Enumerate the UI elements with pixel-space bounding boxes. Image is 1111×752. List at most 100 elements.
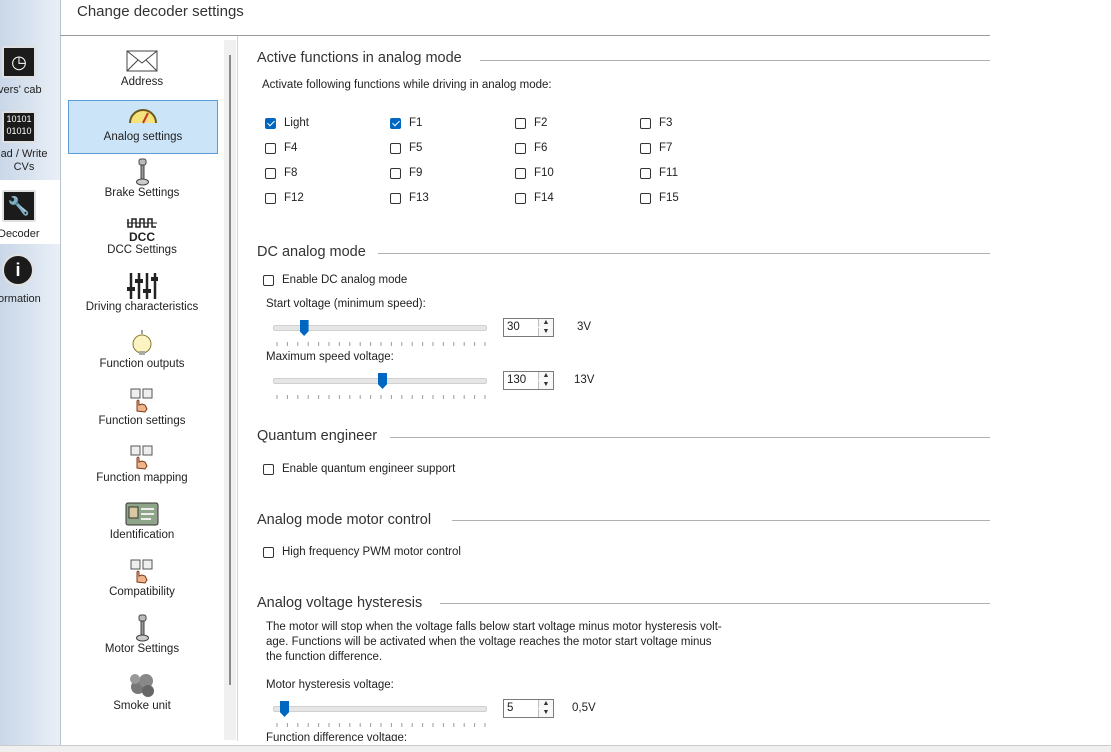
nav-item-label: Analog settings — [103, 131, 183, 143]
checkbox-box[interactable] — [640, 167, 651, 179]
nav-item-label: Function settings — [98, 415, 186, 427]
function-checkbox[interactable]: F10 — [515, 167, 554, 179]
checkbox-box[interactable] — [390, 142, 401, 154]
toolbar-information[interactable]: i ormation — [0, 248, 60, 310]
hysteresis-description-line: the function difference. — [266, 651, 383, 663]
checkbox-label: F15 — [659, 192, 679, 204]
nav-item-driving-characteristics[interactable]: Driving characteristics — [68, 271, 216, 323]
checkbox-label: F8 — [284, 167, 298, 179]
nav-item-label: Function outputs — [99, 358, 185, 370]
motor-hysteresis-label: Motor hysteresis voltage: — [266, 679, 394, 691]
enable-dc-analog-checkbox[interactable]: Enable DC analog mode — [263, 274, 407, 286]
gauge-icon — [126, 103, 160, 129]
checkbox-box[interactable] — [515, 117, 526, 129]
section-divider — [378, 253, 990, 254]
nav-item-label: Compatibility — [109, 586, 175, 598]
function-checkbox[interactable]: Light — [265, 117, 309, 129]
nav-item-brake-settings[interactable]: Brake Settings — [68, 157, 216, 209]
function-checkbox[interactable]: F3 — [640, 117, 672, 129]
checkbox-box[interactable] — [265, 167, 276, 179]
checkbox-box[interactable] — [640, 192, 651, 204]
toolbar-read-write-cvs[interactable]: 10101 01010 ad / Write CVs — [0, 105, 60, 180]
checkbox-box[interactable] — [265, 142, 276, 154]
motor-hysteresis-unit: 0,5V — [572, 702, 596, 714]
spin-up-arrow[interactable]: ▲ — [538, 319, 553, 327]
motor-hysteresis-spinbox[interactable]: 5 ▲ ▼ — [503, 699, 554, 718]
nav-item-analog-settings[interactable]: Analog settings — [68, 100, 218, 154]
function-checkbox[interactable]: F11 — [640, 167, 678, 179]
spin-up-arrow[interactable]: ▲ — [538, 700, 553, 708]
function-checkbox[interactable]: F14 — [515, 192, 554, 204]
start-voltage-spinbox[interactable]: 30 ▲ ▼ — [503, 318, 554, 337]
nav-item-identification[interactable]: Identification — [68, 499, 216, 551]
checkbox-label: F5 — [409, 142, 423, 154]
function-checkbox[interactable]: F6 — [515, 142, 547, 154]
function-checkbox[interactable]: F13 — [390, 192, 429, 204]
function-checkbox[interactable]: F4 — [265, 142, 297, 154]
checkbox-box[interactable] — [640, 142, 651, 154]
spin-down-arrow[interactable]: ▼ — [538, 709, 553, 717]
section-divider — [452, 520, 990, 521]
spinbox-value: 5 — [507, 702, 514, 714]
function-checkbox[interactable]: F8 — [265, 167, 297, 179]
hysteresis-description-line: The motor will stop when the voltage fal… — [266, 621, 722, 633]
toolbar-drivers-cab[interactable]: ◷ vers' cab — [0, 40, 60, 100]
toolbar-decoder[interactable]: 🔧 Decoder — [0, 180, 60, 244]
checkbox-box[interactable] — [640, 117, 651, 129]
checkbox-box[interactable] — [263, 463, 274, 475]
spin-down-arrow[interactable]: ▼ — [538, 381, 553, 389]
checkbox-box[interactable] — [515, 142, 526, 154]
checkbox-box[interactable] — [390, 117, 401, 129]
checkbox-box[interactable] — [265, 117, 276, 129]
checkbox-box[interactable] — [515, 167, 526, 179]
section-title-active-functions: Active functions in analog mode — [257, 50, 470, 66]
checkbox-label: High frequency PWM motor control — [282, 546, 461, 558]
nav-item-address[interactable]: Address — [68, 46, 216, 98]
function-checkbox[interactable]: F9 — [390, 167, 422, 179]
nav-item-compatibility[interactable]: Compatibility — [68, 556, 216, 608]
nav-item-function-outputs[interactable]: Function outputs — [68, 328, 216, 380]
nav-item-label: Motor Settings — [104, 643, 180, 655]
slider-ticks — [276, 390, 488, 399]
function-checkbox[interactable]: F2 — [515, 117, 547, 129]
nav-item-label: Identification — [109, 529, 175, 541]
nav-item-smoke-unit[interactable]: Smoke unit — [68, 670, 216, 722]
hand-buttons-icon — [125, 558, 159, 584]
nav-item-dcc-settings[interactable]: DCC DCC Settings — [68, 214, 216, 266]
toolbar-label: Decoder — [0, 228, 40, 240]
max-voltage-spinbox[interactable]: 130 ▲ ▼ — [503, 371, 554, 390]
sliders-icon — [125, 273, 159, 299]
checkbox-box[interactable] — [265, 192, 276, 204]
function-checkbox[interactable]: F1 — [390, 117, 422, 129]
function-checkbox[interactable]: F7 — [640, 142, 672, 154]
nav-item-motor-settings[interactable]: Motor Settings — [68, 613, 216, 665]
function-checkbox[interactable]: F12 — [265, 192, 304, 204]
spin-up-arrow[interactable]: ▲ — [538, 372, 553, 380]
hand-buttons-icon — [125, 444, 159, 470]
section-title-quantum-engineer: Quantum engineer — [257, 428, 386, 444]
nav-item-function-mapping[interactable]: Function mapping — [68, 442, 216, 494]
nav-scrollbar-thumb[interactable] — [229, 55, 231, 685]
spin-down-arrow[interactable]: ▼ — [538, 328, 553, 336]
hand-buttons-icon — [125, 387, 159, 413]
checkbox-box[interactable] — [390, 192, 401, 204]
pwm-motor-control-checkbox[interactable]: High frequency PWM motor control — [263, 546, 461, 558]
checkbox-box[interactable] — [263, 274, 274, 286]
function-checkbox[interactable]: F5 — [390, 142, 422, 154]
checkbox-box[interactable] — [515, 192, 526, 204]
nav-item-function-settings[interactable]: Function settings — [68, 385, 216, 437]
quantum-engineer-checkbox[interactable]: Enable quantum engineer support — [263, 463, 455, 475]
start-voltage-unit: 3V — [577, 321, 592, 333]
checkbox-label: F7 — [659, 142, 673, 154]
max-voltage-label: Maximum speed voltage: — [266, 351, 394, 363]
bulb-icon — [125, 330, 159, 356]
id-card-icon — [125, 501, 159, 527]
dcc-icon: DCC — [125, 216, 159, 243]
motor-hysteresis-slider-track[interactable] — [273, 706, 487, 712]
slider-ticks — [276, 337, 488, 346]
checkbox-box[interactable] — [390, 167, 401, 179]
checkbox-label: F1 — [409, 117, 423, 129]
function-checkbox[interactable]: F15 — [640, 192, 679, 204]
section-divider — [480, 60, 990, 61]
checkbox-box[interactable] — [263, 546, 274, 558]
